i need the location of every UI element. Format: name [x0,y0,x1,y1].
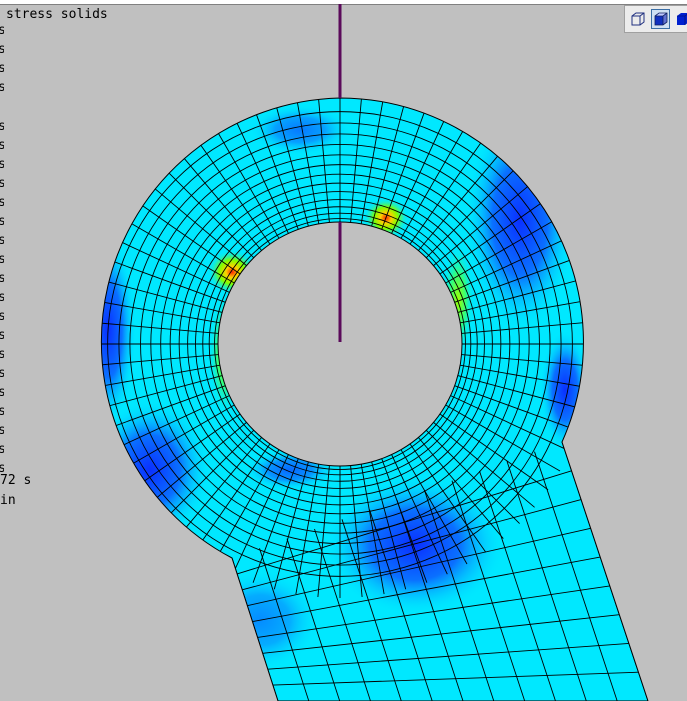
time-readout: 72 s [0,473,32,488]
legend-tick-label: s [0,291,4,305]
result-type-label: stress solids [6,7,108,22]
wireframe-view-icon [631,12,645,26]
stress-contour-fill [101,98,649,701]
legend-tick-label: s [0,310,4,324]
wireframe-view-button[interactable] [628,9,648,29]
legend-tick-label: s [0,424,4,438]
legend-tick-label: s [0,196,4,210]
legend-tick-label: s [0,348,4,362]
legend-tick-label: s [0,443,4,457]
legend-tick-label: s [0,272,4,286]
legend-tick-label: s [0,177,4,191]
legend-tick-label: s [0,62,4,76]
unit-readout: in [0,493,16,508]
legend-tick-label: s [0,215,4,229]
legend-tick-label: s [0,386,4,400]
shaded-view-icon [654,12,667,26]
solid-view-icon [677,13,687,25]
legend-tick-label: s [0,139,4,153]
legend-tick-label: s [0,81,4,95]
graphics-viewport[interactable]: stress solids sssssssssssssssssssssss 72… [0,0,687,701]
legend-tick-label: s [0,329,4,343]
view-mode-toolbar [624,5,687,33]
legend-tick-label: s [0,43,4,57]
legend-tick-label: s [0,120,4,134]
legend-tick-label: s [0,24,4,38]
shaded-view-button[interactable] [650,9,671,29]
legend-tick-label: s [0,253,4,267]
solid-view-button[interactable] [673,9,687,29]
legend-tick-label: s [0,367,4,381]
legend-tick-label: s [0,158,4,172]
fem-model-plot[interactable] [0,0,687,701]
legend-tick-label: s [0,405,4,419]
legend-tick-label: s [0,234,4,248]
